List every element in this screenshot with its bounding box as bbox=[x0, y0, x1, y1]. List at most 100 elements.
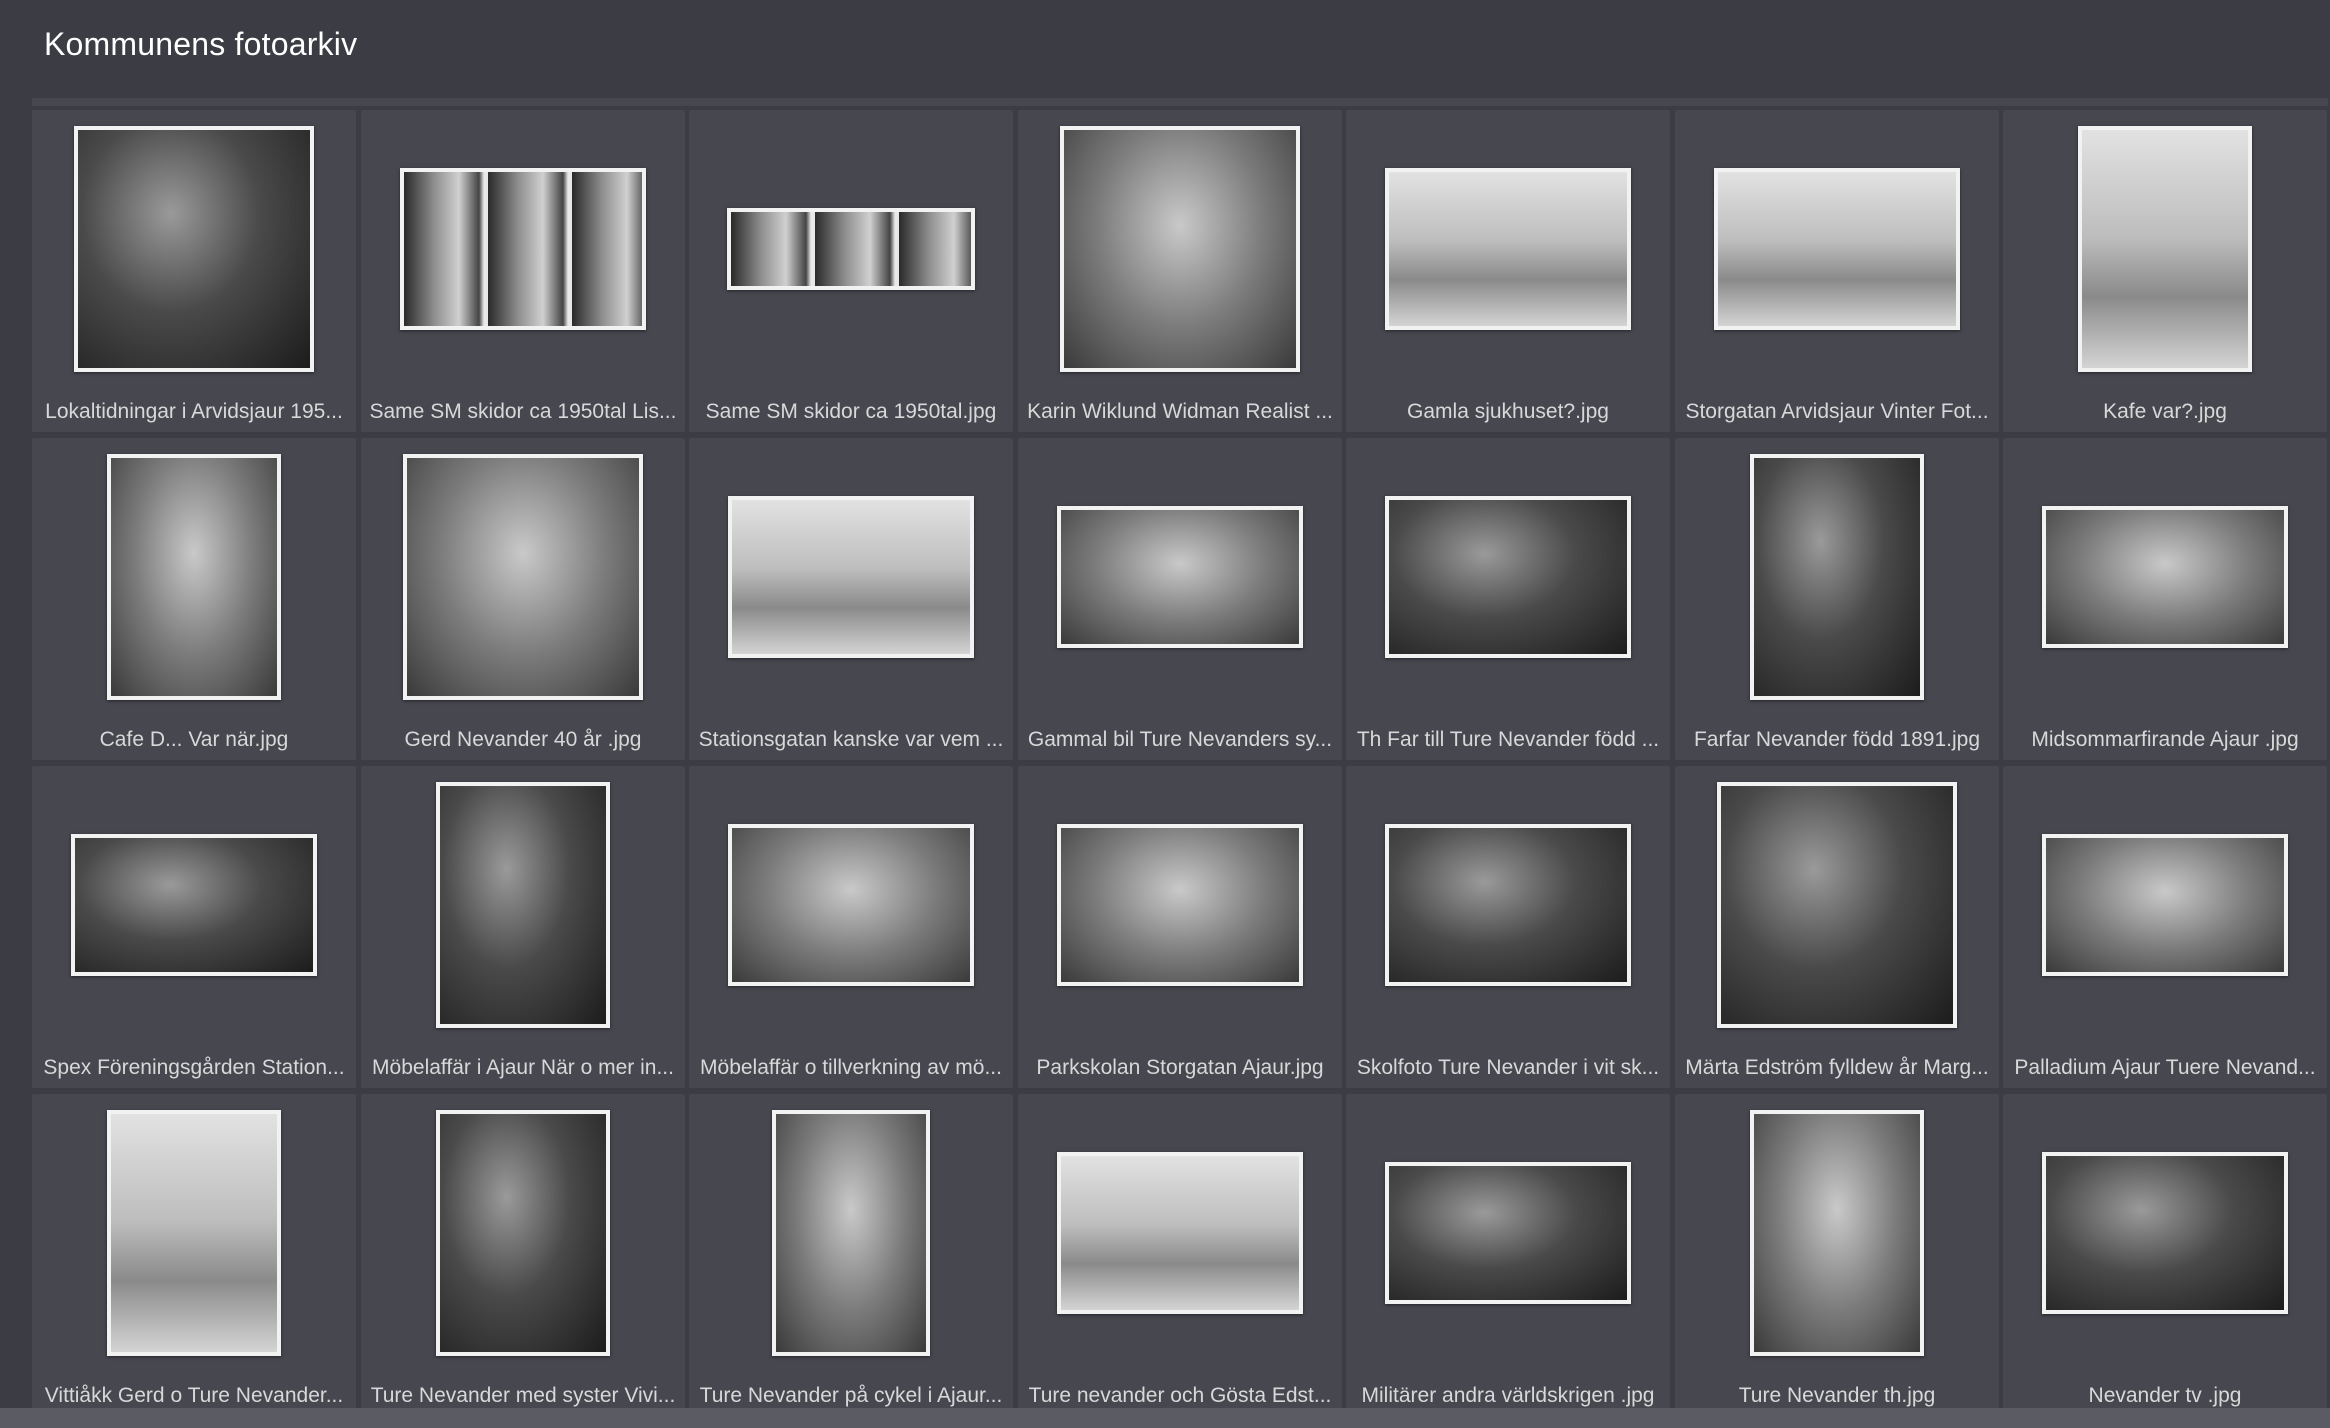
photo-image bbox=[404, 172, 642, 326]
photo-tile[interactable]: Farfar Nevander född 1891.jpg bbox=[1675, 438, 1999, 760]
photo-image bbox=[1389, 1166, 1627, 1300]
photo-thumbnail[interactable] bbox=[1385, 496, 1631, 658]
photo-caption: Möbelaffär i Ajaur När o mer in... bbox=[372, 1056, 674, 1079]
photo-tile[interactable]: Kafe var?.jpg bbox=[2003, 110, 2327, 432]
photo-tile[interactable]: Möbelaffär o tillverkning av mö... bbox=[689, 766, 1013, 1088]
photo-tile[interactable]: Ture Nevander th.jpg bbox=[1675, 1094, 1999, 1408]
photo-tile[interactable]: Same SM skidor ca 1950tal.jpg bbox=[689, 110, 1013, 432]
photo-thumbnail[interactable] bbox=[1385, 168, 1631, 330]
photo-image bbox=[776, 1114, 926, 1352]
photo-image bbox=[1389, 172, 1627, 326]
photo-caption: Farfar Nevander född 1891.jpg bbox=[1693, 728, 1980, 751]
photo-tile[interactable]: Vittiåkk Gerd o Ture Nevander... bbox=[32, 1094, 356, 1408]
photo-thumbnail[interactable] bbox=[436, 1110, 610, 1356]
photo-caption: Ture Nevander th.jpg bbox=[1738, 1384, 1936, 1407]
photo-thumbnail[interactable] bbox=[2042, 834, 2288, 976]
photo-thumbnail[interactable] bbox=[403, 454, 643, 700]
photo-caption: Ture Nevander med syster Vivi... bbox=[370, 1384, 676, 1407]
photo-tile[interactable]: Gammal bil Ture Nevanders sy... bbox=[1018, 438, 1342, 760]
photo-thumbnail[interactable] bbox=[727, 208, 975, 290]
photo-caption: Same SM skidor ca 1950tal Lis... bbox=[369, 400, 677, 423]
photo-caption: Möbelaffär o tillverkning av mö... bbox=[700, 1056, 1002, 1079]
photo-archive-app: Kommunens fotoarkiv Lokaltidningar i Arv… bbox=[0, 0, 2330, 1428]
photo-thumbnail[interactable] bbox=[728, 824, 974, 986]
photo-tile[interactable]: Ture nevander och Gösta Edst... bbox=[1018, 1094, 1342, 1408]
photo-image bbox=[1721, 786, 1953, 1024]
photo-image bbox=[1754, 458, 1920, 696]
photo-tile[interactable]: Ture Nevander på cykel i Ajaur... bbox=[689, 1094, 1013, 1408]
photo-thumbnail[interactable] bbox=[400, 168, 646, 330]
photo-tile[interactable]: Militärer andra världskrigen .jpg bbox=[1346, 1094, 1670, 1408]
photo-caption: Kafe var?.jpg bbox=[2103, 400, 2227, 423]
photo-image bbox=[2046, 838, 2284, 972]
photo-image bbox=[732, 828, 970, 982]
photo-thumbnail[interactable] bbox=[107, 454, 281, 700]
photo-grid: Lokaltidningar i Arvidsjaur 195... Same S… bbox=[32, 98, 2328, 1408]
photo-thumbnail[interactable] bbox=[74, 126, 314, 372]
photo-tile[interactable]: Spex Föreningsgården Station... bbox=[32, 766, 356, 1088]
photo-caption: Gamla sjukhuset?.jpg bbox=[1407, 400, 1609, 423]
photo-thumbnail[interactable] bbox=[1750, 1110, 1924, 1356]
photo-tile[interactable]: Midsommarfirande Ajaur .jpg bbox=[2003, 438, 2327, 760]
photo-tile[interactable]: Palladium Ajaur Tuere Nevand... bbox=[2003, 766, 2327, 1088]
photo-thumbnail[interactable] bbox=[1057, 506, 1303, 648]
photo-thumbnail[interactable] bbox=[107, 1110, 281, 1356]
photo-image bbox=[2082, 130, 2248, 368]
photo-image bbox=[1061, 510, 1299, 644]
photo-tile[interactable]: Same SM skidor ca 1950tal Lis... bbox=[361, 110, 685, 432]
photo-tile[interactable]: Ture Nevander med syster Vivi... bbox=[361, 1094, 685, 1408]
photo-thumbnail[interactable] bbox=[1750, 454, 1924, 700]
photo-tile[interactable]: Lokaltidningar i Arvidsjaur 195... bbox=[32, 110, 356, 432]
photo-thumbnail[interactable] bbox=[1057, 824, 1303, 986]
photo-image bbox=[78, 130, 310, 368]
photo-caption: Gerd Nevander 40 år .jpg bbox=[404, 728, 642, 751]
photo-tile[interactable]: Cafe D... Var när.jpg bbox=[32, 438, 356, 760]
photo-thumbnail[interactable] bbox=[1385, 1162, 1631, 1304]
photo-caption: Cafe D... Var när.jpg bbox=[99, 728, 289, 751]
photo-tile[interactable]: Parkskolan Storgatan Ajaur.jpg bbox=[1018, 766, 1342, 1088]
photo-thumbnail[interactable] bbox=[1060, 126, 1300, 372]
photo-tile[interactable]: Karin Wiklund Widman Realist ... bbox=[1018, 110, 1342, 432]
photo-tile[interactable]: Th Far till Ture Nevander född ... bbox=[1346, 438, 1670, 760]
photo-caption: Ture Nevander på cykel i Ajaur... bbox=[699, 1384, 1003, 1407]
photo-thumbnail[interactable] bbox=[1385, 824, 1631, 986]
photo-tile[interactable]: Gerd Nevander 40 år .jpg bbox=[361, 438, 685, 760]
photo-caption: Nevander tv .jpg bbox=[2088, 1384, 2242, 1407]
photo-thumbnail[interactable] bbox=[1057, 1152, 1303, 1314]
photo-image bbox=[732, 500, 970, 654]
photo-thumbnail[interactable] bbox=[728, 496, 974, 658]
photo-image bbox=[731, 212, 971, 286]
photo-tile[interactable]: Storgatan Arvidsjaur Vinter Fot... bbox=[1675, 110, 1999, 432]
photo-caption: Palladium Ajaur Tuere Nevand... bbox=[2014, 1056, 2316, 1079]
photo-image bbox=[75, 838, 313, 972]
photo-image bbox=[1754, 1114, 1920, 1352]
photo-image bbox=[440, 1114, 606, 1352]
photo-thumbnail[interactable] bbox=[2078, 126, 2252, 372]
photo-tile[interactable]: Nevander tv .jpg bbox=[2003, 1094, 2327, 1408]
photo-caption: Ture nevander och Gösta Edst... bbox=[1028, 1384, 1332, 1407]
photo-thumbnail[interactable] bbox=[2042, 1152, 2288, 1314]
photo-caption: Karin Wiklund Widman Realist ... bbox=[1027, 400, 1333, 423]
header: Kommunens fotoarkiv bbox=[0, 0, 2330, 98]
photo-image bbox=[1389, 500, 1627, 654]
photo-image bbox=[1718, 172, 1956, 326]
photo-tile[interactable]: Skolfoto Ture Nevander i vit sk... bbox=[1346, 766, 1670, 1088]
photo-thumbnail[interactable] bbox=[1717, 782, 1957, 1028]
photo-image bbox=[2046, 1156, 2284, 1310]
photo-caption: Th Far till Ture Nevander född ... bbox=[1356, 728, 1660, 751]
photo-tile[interactable]: Märta Edström fylldew år Marg... bbox=[1675, 766, 1999, 1088]
photo-thumbnail[interactable] bbox=[436, 782, 610, 1028]
photo-thumbnail[interactable] bbox=[1714, 168, 1960, 330]
photo-caption: Vittiåkk Gerd o Ture Nevander... bbox=[44, 1384, 344, 1407]
photo-tile[interactable]: Möbelaffär i Ajaur När o mer in... bbox=[361, 766, 685, 1088]
photo-image bbox=[111, 458, 277, 696]
photo-image bbox=[1061, 1156, 1299, 1310]
photo-tile[interactable]: Stationsgatan kanske var vem ... bbox=[689, 438, 1013, 760]
photo-thumbnail[interactable] bbox=[2042, 506, 2288, 648]
photo-caption: Parkskolan Storgatan Ajaur.jpg bbox=[1036, 1056, 1324, 1079]
photo-thumbnail[interactable] bbox=[772, 1110, 930, 1356]
bottom-scroll-area[interactable] bbox=[0, 1408, 2330, 1428]
photo-thumbnail[interactable] bbox=[71, 834, 317, 976]
photo-tile[interactable]: Gamla sjukhuset?.jpg bbox=[1346, 110, 1670, 432]
photo-image bbox=[1389, 828, 1627, 982]
